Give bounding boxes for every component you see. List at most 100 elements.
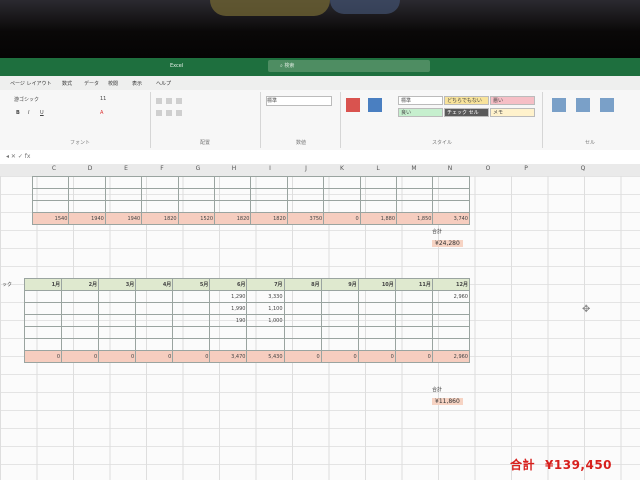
column-header[interactable]: H bbox=[216, 165, 252, 172]
style-check-cell[interactable]: チェック セル bbox=[444, 108, 489, 117]
cell[interactable] bbox=[135, 314, 174, 327]
month-header[interactable]: 5月 bbox=[172, 278, 211, 291]
sum-cell[interactable]: 0 bbox=[320, 350, 359, 363]
cell[interactable] bbox=[172, 338, 211, 351]
cell[interactable] bbox=[61, 338, 100, 351]
cell[interactable] bbox=[104, 200, 143, 213]
cell[interactable]: 3,330 bbox=[246, 290, 285, 303]
month-header[interactable]: 6月 bbox=[209, 278, 248, 291]
sum-cell[interactable]: 1,880 bbox=[359, 212, 398, 225]
style-note[interactable]: メモ bbox=[490, 108, 535, 117]
cell[interactable] bbox=[98, 290, 137, 303]
column-header[interactable]: O bbox=[470, 165, 506, 172]
cell[interactable] bbox=[23, 326, 63, 339]
sum-cell[interactable]: 0 bbox=[283, 350, 322, 363]
cell[interactable] bbox=[172, 326, 211, 339]
cell[interactable] bbox=[250, 176, 288, 189]
cell[interactable] bbox=[98, 302, 137, 315]
cell[interactable] bbox=[320, 290, 359, 303]
cell[interactable] bbox=[283, 302, 322, 315]
cell[interactable] bbox=[357, 290, 396, 303]
font-name-select[interactable]: 游ゴシック bbox=[14, 96, 39, 103]
delete-cells-button[interactable] bbox=[576, 98, 590, 112]
cell[interactable]: 1,990 bbox=[209, 302, 248, 315]
cell[interactable] bbox=[359, 176, 398, 189]
cell[interactable] bbox=[23, 290, 63, 303]
cell[interactable] bbox=[214, 188, 252, 201]
conditional-formatting-button[interactable] bbox=[346, 98, 360, 112]
month-header[interactable]: 12月 bbox=[431, 278, 471, 291]
month-header[interactable]: 8月 bbox=[283, 278, 322, 291]
cell[interactable] bbox=[61, 302, 100, 315]
cell[interactable] bbox=[177, 200, 216, 213]
cell[interactable] bbox=[431, 314, 471, 327]
cell[interactable] bbox=[320, 302, 359, 315]
column-header[interactable]: J bbox=[288, 165, 324, 172]
cell[interactable] bbox=[177, 176, 216, 189]
cell[interactable] bbox=[431, 302, 471, 315]
column-header[interactable]: P bbox=[508, 165, 544, 172]
month-header[interactable]: 4月 bbox=[135, 278, 174, 291]
sum-cell[interactable]: 0 bbox=[135, 350, 174, 363]
tab-data[interactable]: データ bbox=[84, 80, 99, 87]
style-bad[interactable]: 悪い bbox=[490, 96, 535, 105]
cell[interactable] bbox=[31, 188, 70, 201]
cell[interactable] bbox=[394, 290, 433, 303]
number-format-select[interactable]: 標準 bbox=[266, 96, 332, 106]
cell[interactable] bbox=[396, 200, 434, 213]
sum-cell[interactable]: 3,470 bbox=[209, 350, 248, 363]
sum-cell[interactable]: 1820 bbox=[250, 212, 288, 225]
total-value[interactable]: ¥11,860 bbox=[432, 398, 463, 405]
style-normal[interactable]: 標準 bbox=[398, 96, 443, 105]
column-header[interactable]: F bbox=[144, 165, 180, 172]
cell[interactable] bbox=[357, 338, 396, 351]
format-cells-button[interactable] bbox=[600, 98, 614, 112]
sum-cell[interactable]: 0 bbox=[172, 350, 211, 363]
cell[interactable] bbox=[209, 326, 248, 339]
cell[interactable] bbox=[141, 176, 179, 189]
cell[interactable] bbox=[23, 338, 63, 351]
cell[interactable] bbox=[250, 188, 288, 201]
align-middle-button[interactable] bbox=[166, 98, 172, 104]
sum-cell[interactable]: 0 bbox=[61, 350, 100, 363]
tab-formulas[interactable]: 数式 bbox=[62, 80, 72, 87]
column-header[interactable]: G bbox=[180, 165, 216, 172]
column-header[interactable]: N bbox=[432, 165, 468, 172]
insert-cells-button[interactable] bbox=[552, 98, 566, 112]
cell[interactable] bbox=[135, 338, 174, 351]
cell[interactable] bbox=[209, 338, 248, 351]
cell[interactable] bbox=[286, 200, 325, 213]
font-size-select[interactable]: 11 bbox=[100, 96, 106, 102]
cell[interactable] bbox=[286, 188, 325, 201]
cell[interactable] bbox=[357, 302, 396, 315]
cell[interactable] bbox=[98, 314, 137, 327]
sum-cell[interactable]: 0 bbox=[23, 350, 63, 363]
column-header[interactable]: M bbox=[396, 165, 432, 172]
cell[interactable]: 190 bbox=[209, 314, 248, 327]
cell[interactable] bbox=[283, 326, 322, 339]
italic-button[interactable]: I bbox=[28, 110, 29, 116]
cell[interactable] bbox=[357, 314, 396, 327]
cell[interactable] bbox=[394, 302, 433, 315]
column-header[interactable]: L bbox=[360, 165, 396, 172]
cell[interactable]: 2,960 bbox=[431, 290, 471, 303]
cell[interactable] bbox=[172, 290, 211, 303]
column-header[interactable]: E bbox=[108, 165, 144, 172]
sum-cell[interactable]: 0 bbox=[357, 350, 396, 363]
cell[interactable] bbox=[135, 302, 174, 315]
cell[interactable] bbox=[68, 200, 106, 213]
cell[interactable] bbox=[61, 290, 100, 303]
cell[interactable] bbox=[23, 302, 63, 315]
cell[interactable] bbox=[394, 326, 433, 339]
cell[interactable] bbox=[283, 338, 322, 351]
column-header[interactable]: D bbox=[72, 165, 108, 172]
cell[interactable] bbox=[323, 200, 361, 213]
sum-cell[interactable]: 1940 bbox=[104, 212, 143, 225]
cell[interactable]: 1,000 bbox=[246, 314, 285, 327]
cell[interactable] bbox=[396, 176, 434, 189]
sum-cell[interactable]: 5,430 bbox=[246, 350, 285, 363]
grand-total-value[interactable]: ¥139,450 bbox=[545, 458, 612, 472]
cell[interactable] bbox=[286, 176, 325, 189]
sum-cell[interactable]: 2,960 bbox=[431, 350, 471, 363]
sum-cell[interactable]: 1820 bbox=[141, 212, 179, 225]
